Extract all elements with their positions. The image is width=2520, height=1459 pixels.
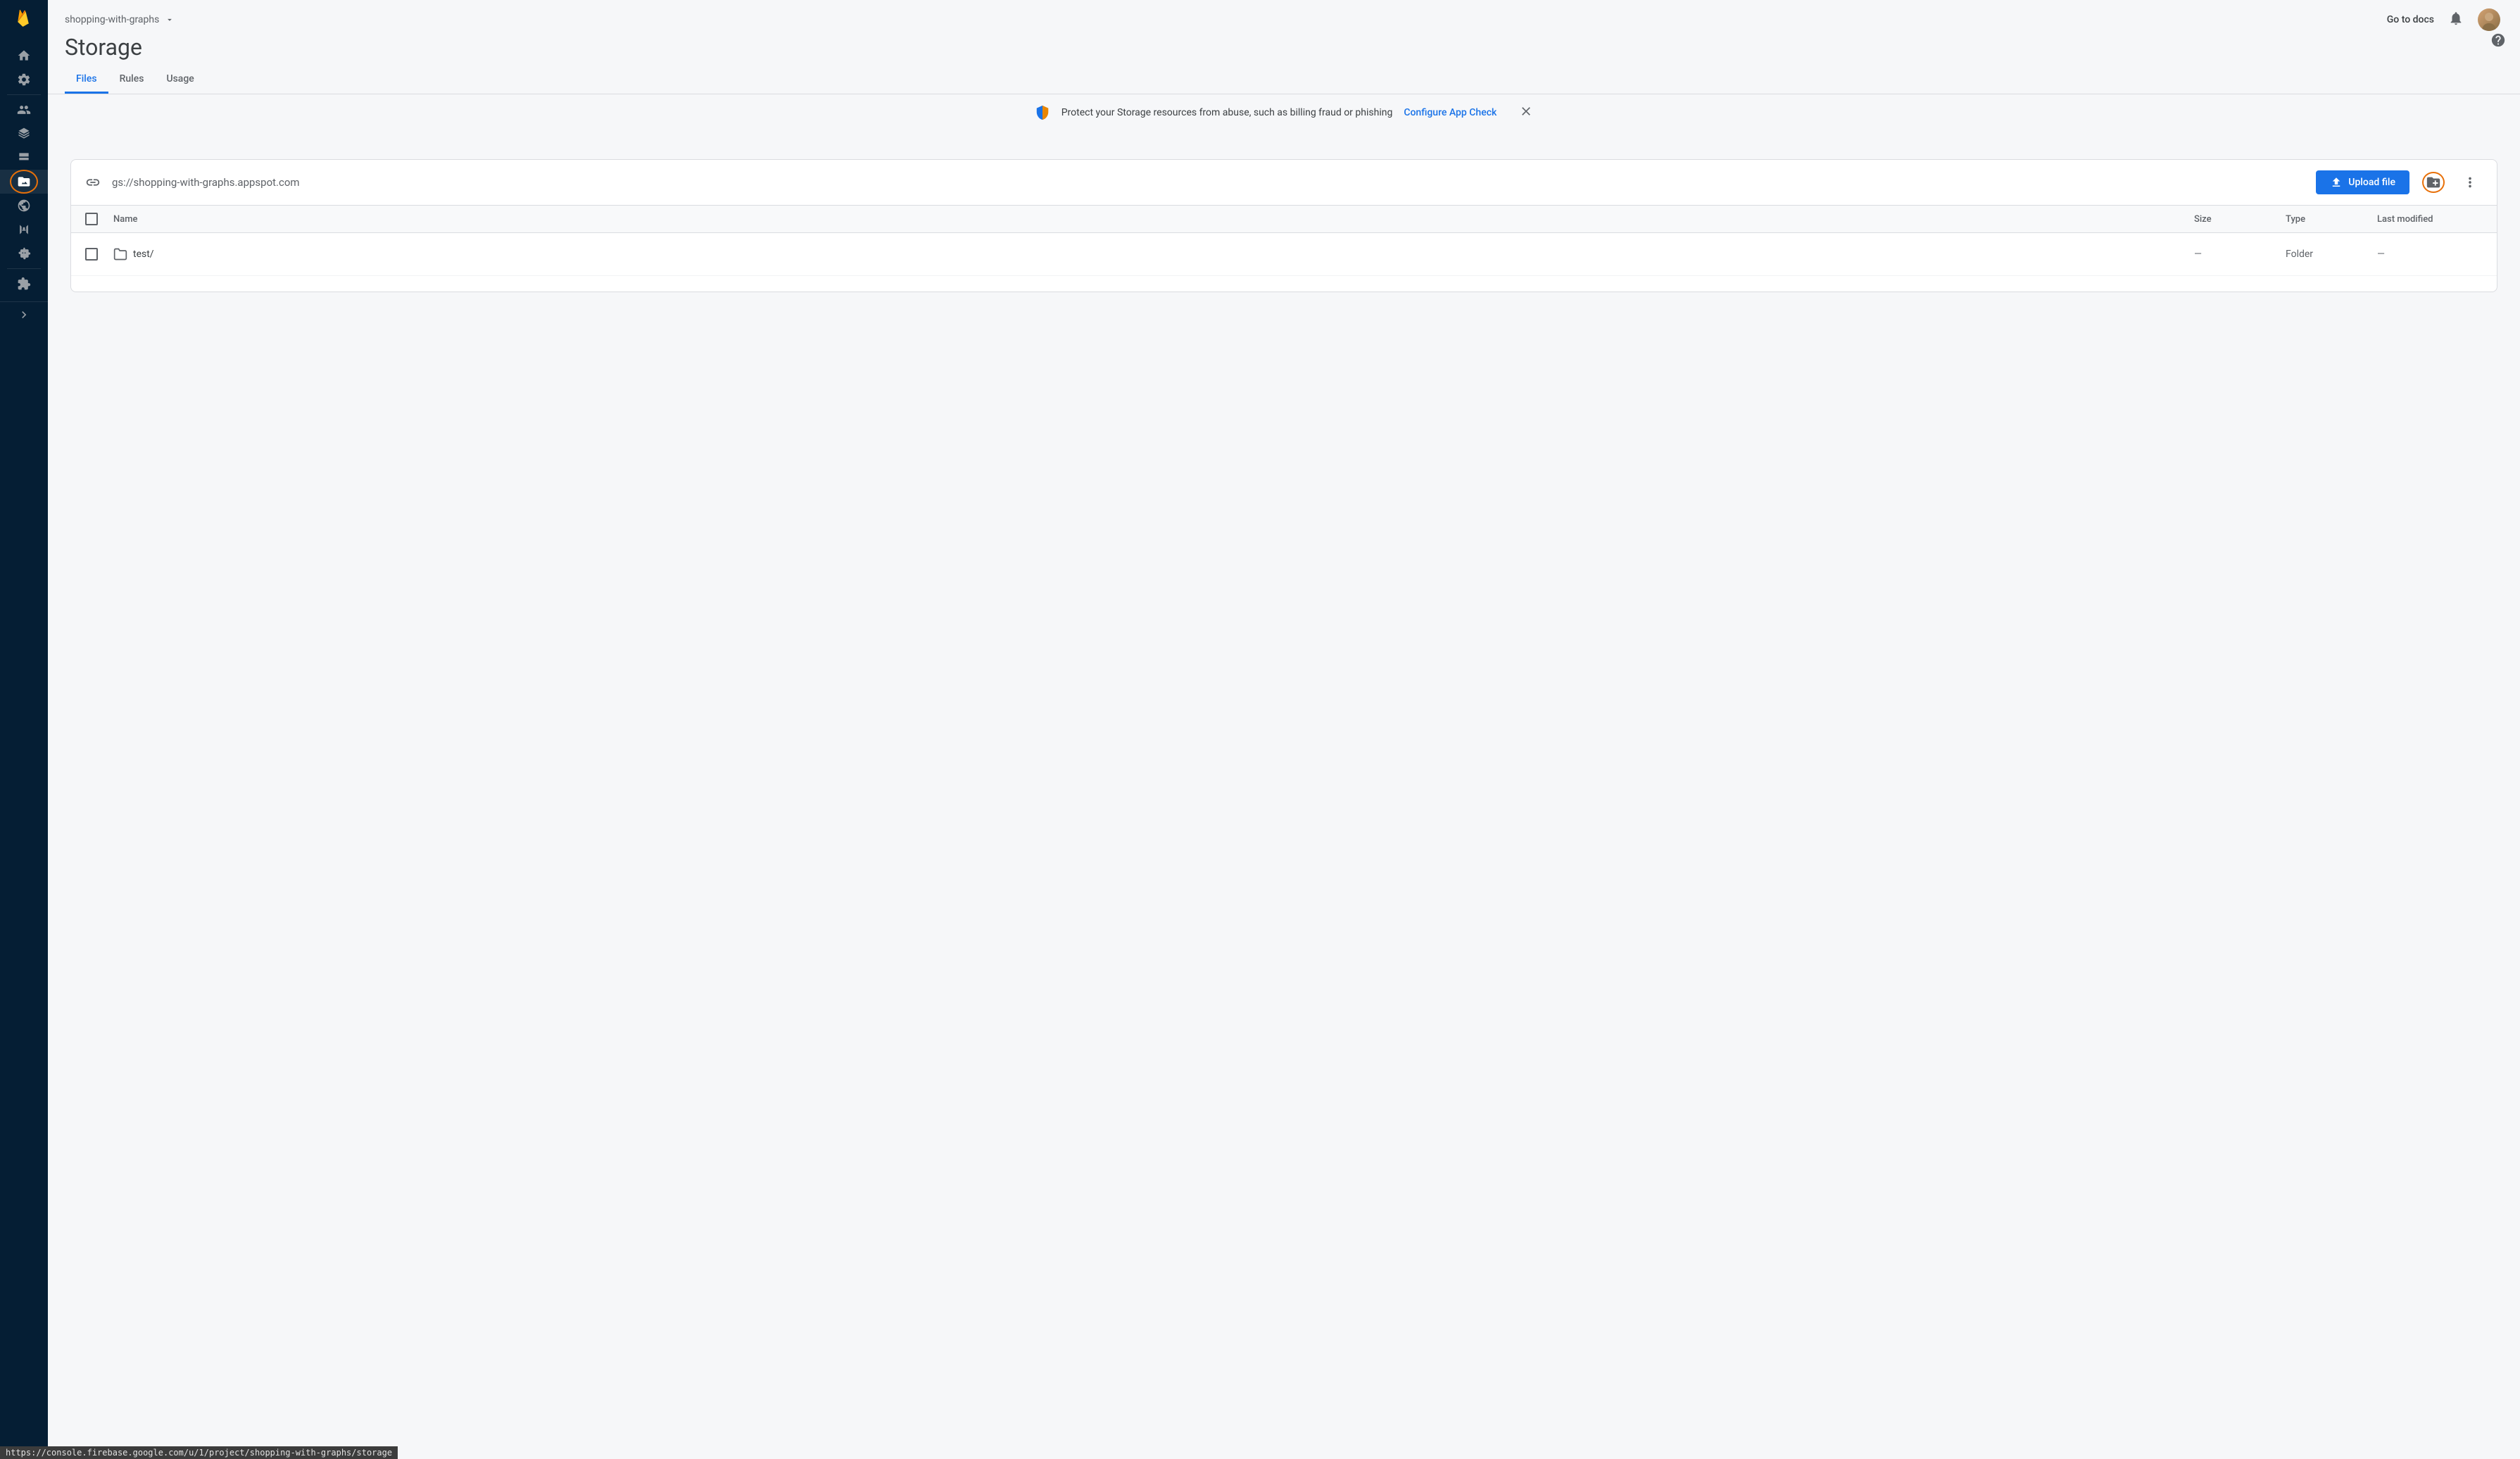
path-bar: gs://shopping-with-graphs.appspot.com Up… xyxy=(71,160,2497,206)
page-title: Storage xyxy=(48,31,159,66)
sidebar xyxy=(0,0,48,1459)
banner-close[interactable] xyxy=(1519,104,1533,121)
header-type[interactable]: Type xyxy=(2286,214,2377,225)
dropdown-icon xyxy=(165,15,175,25)
status-bar: https://console.firebase.google.com/u/1/… xyxy=(0,1446,398,1459)
upload-label: Upload file xyxy=(2348,177,2395,188)
header-size[interactable]: Size xyxy=(2194,214,2286,225)
new-folder-button[interactable] xyxy=(2421,170,2446,195)
bucket-path[interactable]: gs://shopping-with-graphs.appspot.com xyxy=(112,176,2305,189)
tab-usage[interactable]: Usage xyxy=(155,66,205,94)
more-menu-button[interactable] xyxy=(2457,170,2483,195)
tab-files[interactable]: Files xyxy=(65,66,108,94)
project-selector[interactable]: shopping-with-graphs xyxy=(65,14,175,25)
docs-link[interactable]: Go to docs xyxy=(2387,14,2434,25)
tab-rules[interactable]: Rules xyxy=(108,66,156,94)
sidebar-item-firestore[interactable] xyxy=(0,122,48,146)
firebase-logo[interactable] xyxy=(15,8,33,30)
sidebar-item-hosting[interactable] xyxy=(0,194,48,218)
select-all-checkbox[interactable] xyxy=(85,213,98,225)
sidebar-item-auth[interactable] xyxy=(0,98,48,122)
header-modified[interactable]: Last modified xyxy=(2377,214,2483,225)
avatar[interactable] xyxy=(2478,8,2500,31)
sidebar-item-functions[interactable] xyxy=(0,218,48,242)
upload-button[interactable]: Upload file xyxy=(2316,170,2409,194)
table-header: Name Size Type Last modified xyxy=(71,206,2497,233)
storage-card: gs://shopping-with-graphs.appspot.com Up… xyxy=(70,159,2497,292)
link-icon xyxy=(85,175,101,190)
sidebar-item-storage[interactable] xyxy=(0,170,48,194)
row-type: Folder xyxy=(2286,249,2377,260)
help-icon[interactable] xyxy=(2490,32,2506,51)
app-check-banner: Protect your Storage resources from abus… xyxy=(48,94,2520,131)
row-name: test/ xyxy=(133,249,154,260)
sidebar-item-home[interactable] xyxy=(0,44,48,68)
folder-icon xyxy=(113,247,127,261)
sidebar-item-ml[interactable] xyxy=(0,242,48,265)
row-modified: — xyxy=(2377,249,2483,260)
header-name[interactable]: Name xyxy=(113,214,2194,225)
banner-text: Protect your Storage resources from abus… xyxy=(1061,107,1393,118)
row-size: — xyxy=(2194,249,2286,260)
tabs: Files Rules Usage xyxy=(48,66,2520,94)
sidebar-expand[interactable] xyxy=(0,301,48,322)
shield-icon xyxy=(1035,105,1050,120)
sidebar-item-settings[interactable] xyxy=(0,68,48,92)
table-row[interactable]: test/ — Folder — xyxy=(71,233,2497,276)
upload-icon xyxy=(2330,176,2343,189)
sidebar-item-database[interactable] xyxy=(0,146,48,170)
project-name: shopping-with-graphs xyxy=(65,14,159,25)
banner-link[interactable]: Configure App Check xyxy=(1404,107,1497,118)
notifications-icon[interactable] xyxy=(2448,11,2464,29)
row-checkbox[interactable] xyxy=(85,248,98,261)
sidebar-item-extensions[interactable] xyxy=(0,272,48,296)
